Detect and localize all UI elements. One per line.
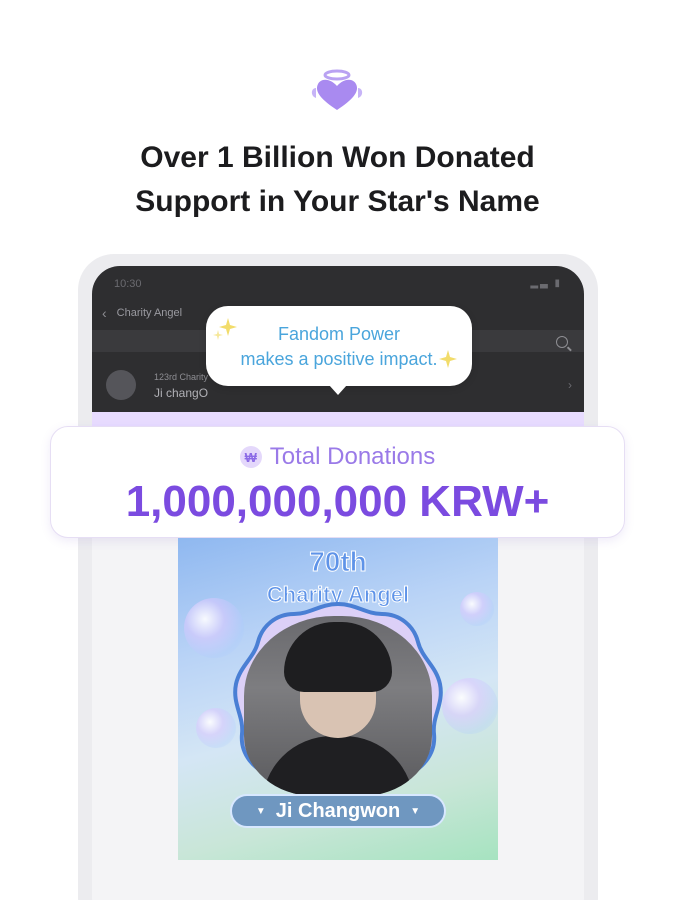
- chevron-left-icon[interactable]: ‹: [102, 305, 107, 321]
- name-plate: ▼ Ji Changwon ▼: [230, 794, 446, 828]
- heart-halo-icon: [311, 69, 363, 110]
- charity-angel-card: 70th Charity Angel ▼ Ji Changwon ▼: [178, 538, 498, 860]
- highlight-strip: [92, 412, 584, 426]
- avatar: [106, 370, 136, 400]
- speech-bubble: Fandom Power makes a positive impact.: [206, 306, 472, 395]
- status-icons: ▂▃ ▮: [530, 278, 562, 289]
- total-donations-card: ₩ Total Donations 1,000,000,000 KRW+: [50, 426, 625, 538]
- list-item-subtitle: 123rd Charity: [154, 372, 209, 382]
- search-icon[interactable]: [556, 336, 568, 348]
- total-label: Total Donations: [269, 443, 436, 470]
- bubble-tail: [329, 385, 347, 395]
- sparkle-icon: [213, 318, 237, 340]
- star-name: Ji Changwon: [275, 799, 401, 822]
- bubble-line-1: Fandom Power: [277, 324, 401, 344]
- nav-title: Charity Angel: [116, 307, 183, 319]
- headline: Over 1 Billion Won Donated Support in Yo…: [0, 136, 675, 224]
- chevron-right-icon: ›: [568, 378, 572, 392]
- triangle-icon: ▼: [410, 805, 421, 817]
- won-coin-icon: ₩: [239, 446, 262, 468]
- photo-body: [262, 736, 414, 796]
- total-label-row: ₩ Total Donations: [51, 443, 624, 471]
- nav-bar: ‹ Charity Angel: [102, 302, 182, 324]
- bubble-line-2: makes a positive impact.: [240, 349, 438, 369]
- list-item-name: Ji changO: [154, 386, 209, 400]
- status-time: 10:30: [114, 278, 142, 290]
- triangle-icon: ▼: [255, 805, 266, 817]
- total-value: 1,000,000,000 KRW+: [125, 477, 550, 526]
- award-rank: 70th: [309, 546, 368, 578]
- sparkle-icon: [439, 350, 457, 368]
- headline-line-1: Over 1 Billion Won Donated: [140, 141, 535, 174]
- star-photo: [244, 616, 432, 796]
- headline-line-2: Support in Your Star's Name: [135, 185, 540, 218]
- bubble-orb: [442, 678, 498, 734]
- photo-hair: [284, 622, 392, 692]
